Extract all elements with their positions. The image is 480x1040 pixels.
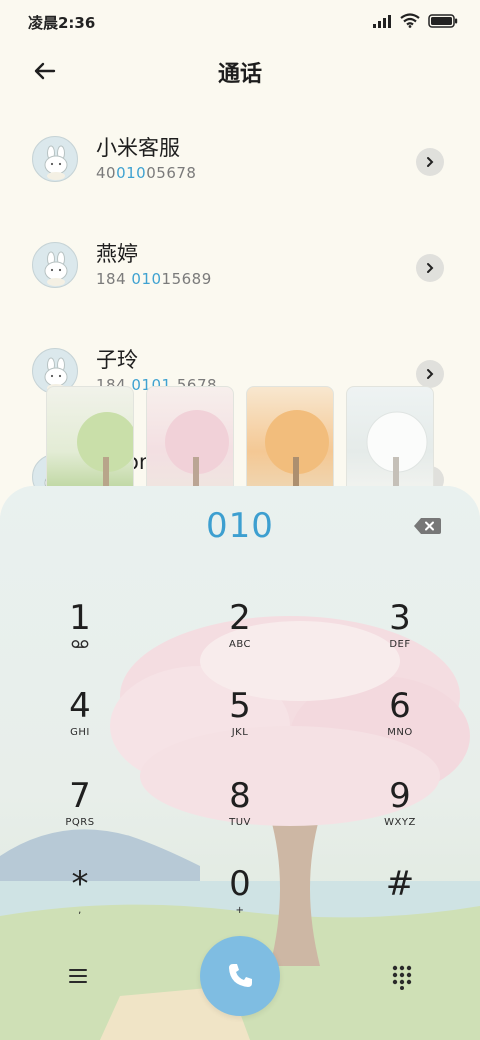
key-9[interactable]: 9 WXYZ — [345, 776, 455, 846]
contact-detail-button[interactable] — [416, 360, 444, 388]
backspace-icon — [414, 518, 441, 534]
call-button[interactable] — [200, 936, 280, 1016]
key-letters: GHI — [70, 727, 90, 738]
avatar — [32, 136, 78, 182]
key-letters — [345, 905, 455, 919]
key-letters: WXYZ — [384, 817, 416, 828]
status-bar: 凌晨2:36 — [0, 0, 480, 44]
battery-icon — [428, 13, 458, 28]
key-digit: 1 — [69, 598, 91, 638]
key-letters: ABC — [228, 639, 251, 650]
theme-card-green[interactable] — [46, 386, 134, 496]
menu-icon — [69, 969, 87, 983]
backspace-button[interactable] — [412, 514, 444, 538]
key-digit: 2 — [229, 598, 251, 638]
contact-number: 184 01015689 — [96, 270, 212, 288]
key-letters: MNO — [387, 727, 413, 738]
tree-illustration-icon — [265, 410, 329, 495]
theme-card-white[interactable] — [346, 386, 434, 496]
dialer-panel: 010 1 2 ABC 3 DEF 4 GHI 5 JKL 6 MNO 7 PQ… — [0, 486, 480, 1040]
chevron-right-icon — [427, 369, 434, 379]
contact-detail-button[interactable] — [416, 254, 444, 282]
page-title: 通话 — [217, 62, 262, 87]
theme-card-pink[interactable] — [146, 386, 234, 496]
voicemail-icon — [25, 639, 135, 653]
number-suffix: 05678 — [146, 164, 197, 182]
key-2[interactable]: 2 ABC — [185, 598, 295, 668]
key-digit: 0 — [229, 864, 251, 904]
key-digit: 3 — [389, 598, 411, 638]
key-1[interactable]: 1 — [25, 598, 135, 668]
key-7[interactable]: 7 PQRS — [25, 776, 135, 846]
number-match: 010 — [116, 164, 147, 182]
contact-detail-button[interactable] — [416, 148, 444, 176]
number-suffix: 15689 — [161, 270, 212, 288]
key-letters: TUV — [229, 817, 251, 828]
key-letters: PQRS — [65, 817, 95, 828]
bunny-avatar-icon — [44, 251, 68, 286]
dialpad-icon — [392, 965, 412, 990]
bunny-avatar-icon — [44, 145, 68, 180]
tree-illustration-icon — [366, 411, 428, 495]
wifi-icon — [400, 13, 420, 28]
key-digit: 9 — [389, 776, 411, 816]
contact-name: 子玲 — [96, 348, 138, 372]
header: 通话 — [0, 44, 480, 100]
number-match: 010 — [131, 270, 162, 288]
key-digit: 8 — [229, 776, 251, 816]
key-star[interactable]: * , — [25, 864, 135, 934]
key-digit: 6 — [389, 686, 411, 726]
key-digit: # — [385, 864, 415, 904]
number-prefix: 184 — [96, 270, 132, 288]
contact-name: 燕婷 — [96, 242, 138, 266]
tree-illustration-icon — [77, 412, 133, 495]
key-3[interactable]: 3 DEF — [345, 598, 455, 668]
key-6[interactable]: 6 MNO — [345, 686, 455, 756]
key-digit: 4 — [69, 686, 91, 726]
phone-icon — [229, 964, 252, 987]
key-digit: * — [71, 864, 89, 904]
contact-number: 4001005678 — [96, 164, 196, 182]
key-letters: DEF — [389, 639, 411, 650]
contact-row[interactable]: 燕婷 184 01015689 — [0, 232, 480, 312]
tree-illustration-icon — [165, 410, 229, 495]
dial-input[interactable]: 010 — [0, 506, 480, 546]
key-0[interactable]: 0 + — [185, 864, 295, 934]
theme-card-orange[interactable] — [246, 386, 334, 496]
chevron-right-icon — [427, 157, 434, 167]
contact-row[interactable]: 小米客服 4001005678 — [0, 126, 480, 206]
key-hash[interactable]: # — [345, 864, 455, 934]
avatar — [32, 242, 78, 288]
key-letters: + — [235, 905, 245, 916]
contact-name: 小米客服 — [96, 136, 180, 160]
theme-preview-cards — [46, 386, 436, 496]
key-digit: 5 — [229, 686, 251, 726]
chevron-right-icon — [427, 263, 434, 273]
key-8[interactable]: 8 TUV — [185, 776, 295, 846]
key-4[interactable]: 4 GHI — [25, 686, 135, 756]
dialpad-toggle-button[interactable] — [388, 962, 416, 990]
signal-icon — [373, 14, 391, 28]
status-icons — [372, 13, 458, 28]
key-digit: 7 — [69, 776, 91, 816]
key-5[interactable]: 5 JKL — [185, 686, 295, 756]
key-letters: JKL — [231, 727, 249, 738]
number-prefix: 40 — [96, 164, 117, 182]
menu-button[interactable] — [64, 962, 92, 990]
key-letters: , — [78, 905, 82, 916]
status-time: 凌晨2:36 — [28, 14, 96, 32]
